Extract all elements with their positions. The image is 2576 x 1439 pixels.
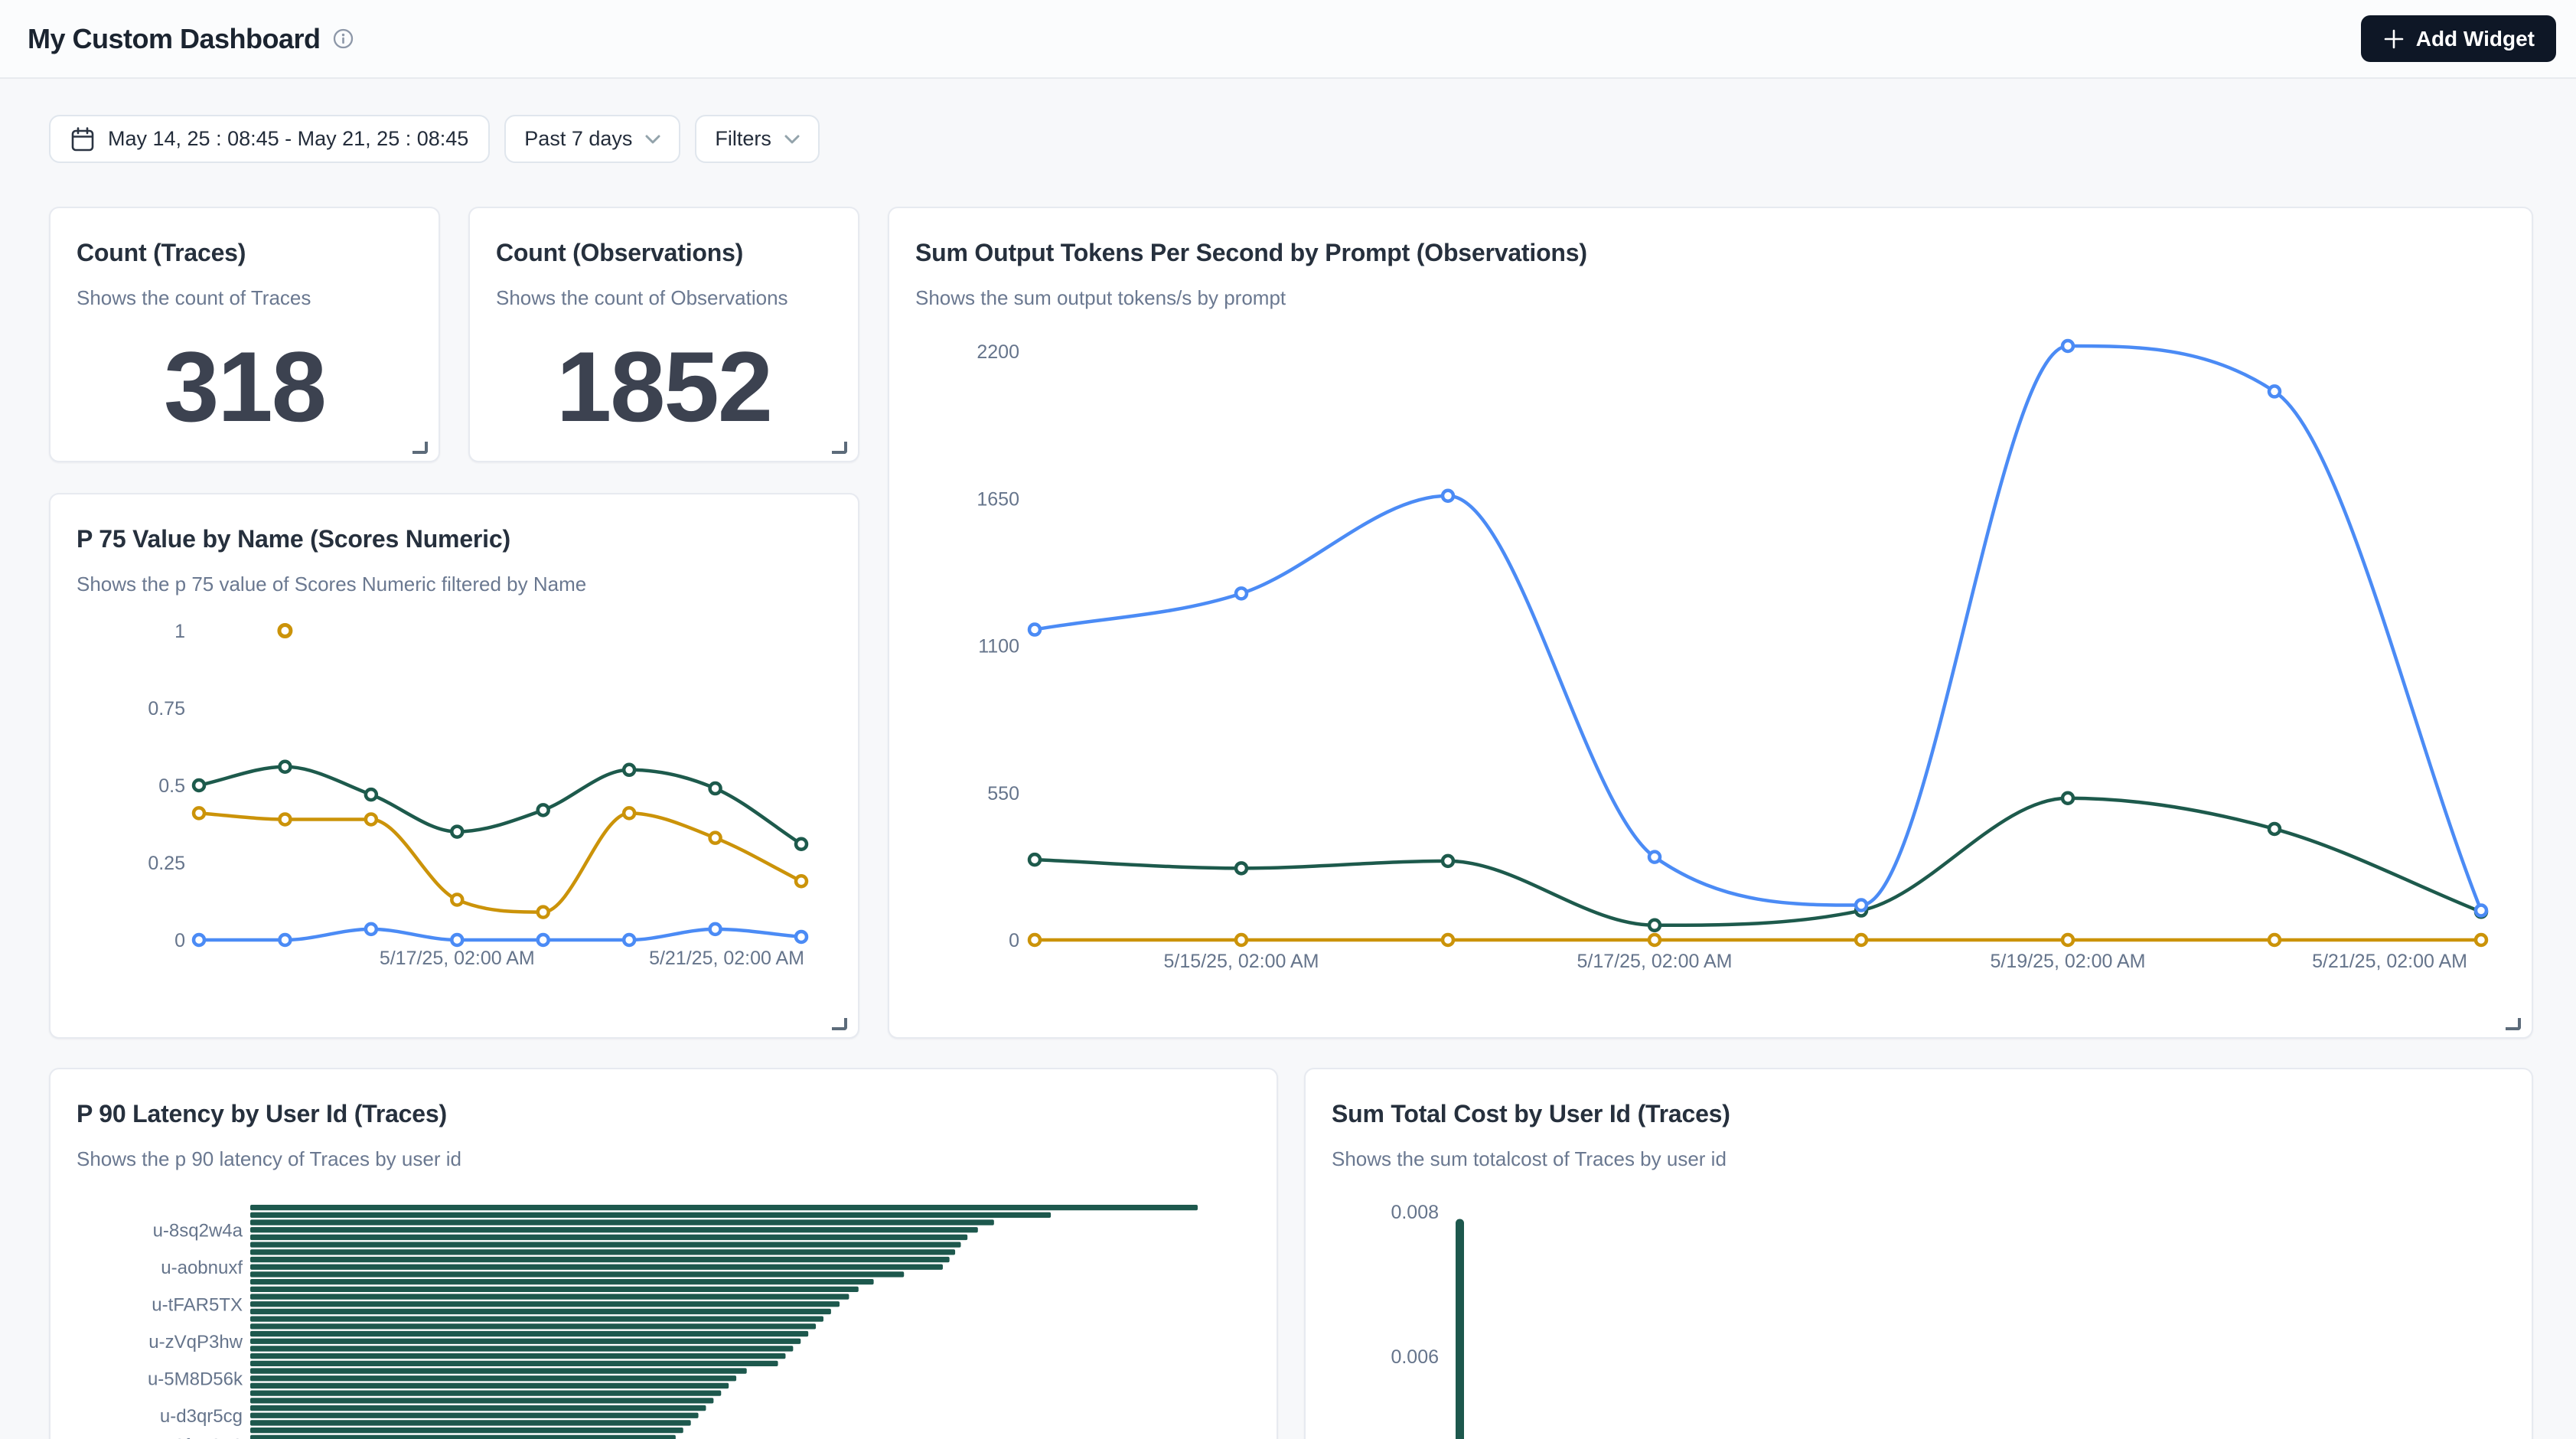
p90-bar-chart: u-8sq2w4a u-aobnuxf u-tFAR5TX u-zVqP3hw u-5M… [78, 1196, 1252, 1439]
svg-text:u-tFAR5TX: u-tFAR5TX [152, 1294, 243, 1315]
widget-subtitle: Shows the p 90 latency of Traces by user… [77, 1147, 1251, 1171]
svg-text:1100: 1100 [978, 636, 1019, 658]
widget-subtitle: Shows the count of Traces [77, 286, 412, 310]
svg-text:0.75: 0.75 [148, 698, 185, 720]
metric-value: 318 [51, 329, 439, 444]
metric-value: 1852 [470, 329, 858, 444]
svg-text:2200: 2200 [977, 341, 1019, 363]
calendar-icon [70, 126, 95, 152]
widget-subtitle: Shows the sum totalcost of Traces by use… [1332, 1147, 2506, 1171]
tokens-line-chart: 0 550 1100 1650 2200 5/15/25, 02:00 AM 5/17/25… [917, 331, 2507, 981]
time-preset-label: Past 7 days [524, 127, 632, 151]
widget-title: Count (Observations) [496, 239, 832, 267]
svg-text:5/19/25, 02:00 AM: 5/19/25, 02:00 AM [1991, 951, 2146, 972]
widget-cost-chart: Sum Total Cost by User Id (Traces) Shows… [1304, 1068, 2533, 1439]
svg-text:u-aobnuxf: u-aobnuxf [161, 1258, 243, 1278]
add-widget-button[interactable]: Add Widget [2361, 15, 2556, 62]
resize-handle[interactable] [832, 1018, 847, 1030]
svg-text:u-8sq2w4a: u-8sq2w4a [153, 1220, 243, 1241]
svg-text:0: 0 [174, 930, 185, 951]
widget-p75-chart: P 75 Value by Name (Scores Numeric) Show… [49, 493, 859, 1039]
widget-title: Count (Traces) [77, 239, 412, 267]
svg-text:5/15/25, 02:00 AM: 5/15/25, 02:00 AM [1164, 951, 1319, 972]
svg-text:0.008: 0.008 [1391, 1202, 1439, 1223]
widget-count-observations: Count (Observations) Shows the count of … [468, 207, 859, 462]
chevron-down-icon [784, 135, 800, 144]
filters-button[interactable]: Filters [695, 115, 820, 163]
svg-text:u-d3qr5cg: u-d3qr5cg [160, 1406, 243, 1427]
header-bar: My Custom Dashboard Add Widget [0, 0, 2576, 79]
svg-text:5/17/25, 02:00 AM: 5/17/25, 02:00 AM [1577, 951, 1733, 972]
plus-icon [2382, 28, 2405, 51]
widget-subtitle: Shows the p 75 value of Scores Numeric f… [77, 573, 832, 596]
widget-count-traces: Count (Traces) Shows the count of Traces… [49, 207, 440, 462]
resize-handle[interactable] [412, 442, 428, 454]
chevron-down-icon [645, 135, 660, 144]
filters-label: Filters [715, 127, 771, 151]
svg-text:0: 0 [1009, 930, 1019, 951]
widget-title: P 75 Value by Name (Scores Numeric) [77, 525, 832, 553]
info-icon[interactable] [333, 28, 354, 49]
svg-text:1650: 1650 [977, 488, 1019, 510]
widget-tokens-chart: Sum Output Tokens Per Second by Prompt (… [888, 207, 2533, 1039]
svg-text:1: 1 [174, 621, 185, 642]
widget-p90-chart: P 90 Latency by User Id (Traces) Shows t… [49, 1068, 1278, 1439]
add-widget-label: Add Widget [2416, 27, 2535, 51]
widget-title: P 90 Latency by User Id (Traces) [77, 1100, 1251, 1128]
svg-text:5/17/25, 02:00 AM: 5/17/25, 02:00 AM [380, 948, 535, 969]
widget-subtitle: Shows the count of Observations [496, 286, 832, 310]
toolbar: May 14, 25 : 08:45 - May 21, 25 : 08:45 … [49, 115, 820, 163]
p75-line-chart: 0 0.25 0.5 0.75 1 5/17/25, 02:00 AM 5/21/25, 0… [78, 614, 836, 981]
svg-text:5/21/25, 02:00 AM: 5/21/25, 02:00 AM [649, 948, 804, 969]
cost-bar-chart: 0.008 0.006 [1333, 1180, 2507, 1439]
svg-text:u-5M8D56k: u-5M8D56k [148, 1369, 243, 1389]
date-range-button[interactable]: May 14, 25 : 08:45 - May 21, 25 : 08:45 [49, 115, 490, 163]
date-range-label: May 14, 25 : 08:45 - May 21, 25 : 08:45 [108, 127, 468, 151]
svg-text:5/21/25, 02:00 AM: 5/21/25, 02:00 AM [2312, 951, 2467, 972]
widget-subtitle: Shows the sum output tokens/s by prompt [915, 286, 2506, 310]
svg-text:550: 550 [987, 783, 1019, 804]
resize-handle[interactable] [832, 442, 847, 454]
widget-title: Sum Total Cost by User Id (Traces) [1332, 1100, 2506, 1128]
svg-text:0.25: 0.25 [148, 853, 185, 874]
widget-title: Sum Output Tokens Per Second by Prompt (… [915, 239, 2506, 267]
svg-text:0.5: 0.5 [158, 775, 185, 797]
svg-text:0.006: 0.006 [1391, 1346, 1439, 1368]
page-title: My Custom Dashboard [28, 23, 321, 55]
time-preset-button[interactable]: Past 7 days [504, 115, 680, 163]
svg-text:u-zVqP3hw: u-zVqP3hw [148, 1332, 243, 1353]
svg-text:u-8fVa9T3: u-8fVa9T3 [158, 1436, 243, 1439]
resize-handle[interactable] [2506, 1018, 2521, 1030]
